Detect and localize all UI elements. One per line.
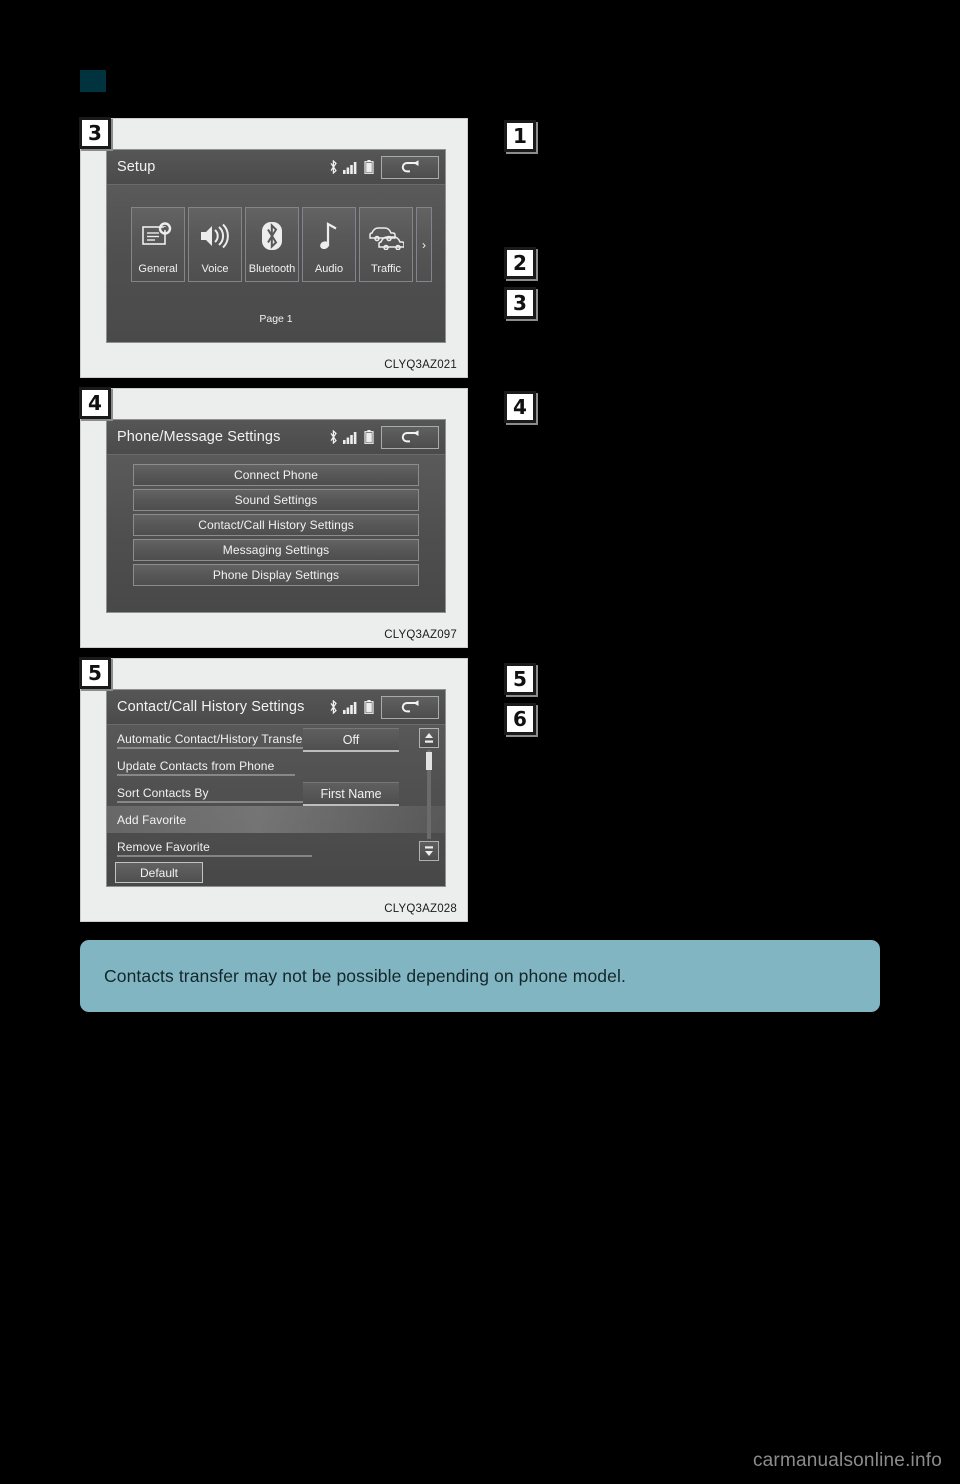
figure-step-chip: 3 (79, 117, 111, 149)
page-indicator: Page 1 (259, 313, 293, 325)
scrollbar[interactable] (419, 728, 439, 861)
scroll-down-icon[interactable] (419, 841, 439, 861)
battery-icon (364, 700, 374, 714)
figure-image-code: CLYQ3AZ021 (384, 359, 457, 371)
step-number-chip: 2 (504, 247, 536, 279)
head-unit-screen-phone-message: Phone/Message Settings Connect Phone Sou… (106, 419, 446, 613)
setup-tile-voice[interactable]: Voice (188, 207, 242, 282)
general-document-gear-icon (132, 208, 184, 263)
default-button[interactable]: Default (115, 862, 203, 883)
setup-tile-bluetooth[interactable]: Bluetooth (245, 207, 299, 282)
status-icon-group (329, 160, 374, 174)
instruction-step-4: 4 (504, 391, 546, 423)
next-page-arrow-icon[interactable]: › (416, 207, 432, 282)
instruction-step-2: 2 (504, 247, 546, 279)
setup-screen-body: General Voice Bluetooth Audio Traffic › … (107, 185, 445, 342)
setting-value-sort-order[interactable]: First Name (303, 782, 399, 806)
setting-row-update-contacts-from-phone[interactable]: Update Contacts from Phone (107, 752, 445, 779)
setup-tile-traffic[interactable]: Traffic (359, 207, 413, 282)
setup-tile-audio[interactable]: Audio (302, 207, 356, 282)
head-unit-screen-contact-call-history: Contact/Call History Settings Automatic … (106, 689, 446, 887)
list-button-contact-call-history-settings[interactable]: Contact/Call History Settings (133, 514, 419, 536)
list-button-messaging-settings[interactable]: Messaging Settings (133, 539, 419, 561)
list-button-connect-phone[interactable]: Connect Phone (133, 464, 419, 486)
signal-icon (343, 430, 359, 444)
note-text: Contacts transfer may not be possible de… (104, 965, 626, 986)
setup-tile-general[interactable]: General (131, 207, 185, 282)
figure-panel-phone-message-settings: 4 Phone/Message Settings Connect Phone S… (79, 387, 468, 648)
row-underline (117, 774, 295, 776)
figure-panel-setup: 3 Setup General Voice Bluetooth Audio Tr… (79, 117, 468, 378)
phone-message-settings-list: Connect Phone Sound Settings Contact/Cal… (107, 455, 445, 612)
list-button-phone-display-settings[interactable]: Phone Display Settings (133, 564, 419, 586)
step-number-chip: 5 (504, 663, 536, 695)
section-marker (80, 70, 106, 92)
back-button[interactable] (381, 155, 439, 179)
head-unit-screen-setup: Setup General Voice Bluetooth Audio Traf… (106, 149, 446, 343)
contact-call-history-rows: Automatic Contact/History Transfer Off U… (107, 725, 445, 886)
instruction-step-6: 6 (504, 703, 546, 735)
note-callout-box: Contacts transfer may not be possible de… (80, 940, 880, 1012)
screen-titlebar: Setup (107, 150, 445, 185)
setup-tile-label: General (138, 263, 178, 275)
figure-image-code: CLYQ3AZ097 (384, 629, 457, 641)
scroll-up-icon[interactable] (419, 728, 439, 748)
status-icon-group (329, 430, 374, 444)
step-number-chip: 6 (504, 703, 536, 735)
step-number-chip: 1 (504, 120, 536, 152)
setup-tile-label: Bluetooth (248, 263, 296, 275)
figure-step-chip: 5 (79, 657, 111, 689)
battery-icon (364, 160, 374, 174)
instruction-step-1: 1 (504, 120, 546, 152)
signal-icon (343, 160, 359, 174)
screen-title: Phone/Message Settings (117, 429, 281, 445)
setting-label: Automatic Contact/History Transfer (117, 731, 307, 746)
bluetooth-icon (329, 160, 338, 174)
status-icon-group (329, 700, 374, 714)
setup-tile-row: General Voice Bluetooth Audio Traffic › (131, 207, 432, 282)
row-underline (117, 855, 312, 857)
battery-icon (364, 430, 374, 444)
scrollbar-thumb[interactable] (426, 752, 432, 770)
bluetooth-icon (246, 208, 298, 263)
screen-titlebar: Phone/Message Settings (107, 420, 445, 455)
step-number-chip: 3 (504, 287, 536, 319)
setup-tile-label: Audio (314, 263, 344, 275)
list-button-sound-settings[interactable]: Sound Settings (133, 489, 419, 511)
bluetooth-icon (329, 430, 338, 444)
screen-title: Setup (117, 159, 156, 175)
setting-label: Sort Contacts By (117, 785, 209, 800)
figure-step-chip: 4 (79, 387, 111, 419)
voice-speaker-icon (189, 208, 241, 263)
figure-panel-contact-call-history-settings: 5 Contact/Call History Settings Automati… (79, 657, 468, 922)
traffic-cars-icon (360, 208, 412, 263)
screen-title: Contact/Call History Settings (117, 699, 305, 715)
step-number-chip: 4 (504, 391, 536, 423)
setting-label: Add Favorite (117, 812, 187, 827)
setting-row-remove-favorite[interactable]: Remove Favorite (107, 833, 445, 860)
row-underline (117, 801, 312, 803)
audio-music-note-icon (303, 208, 355, 263)
instruction-step-5: 5 (504, 663, 546, 695)
footer-watermark: carmanualsonline.info (752, 1450, 942, 1471)
setting-label: Update Contacts from Phone (117, 758, 275, 773)
figure-image-code: CLYQ3AZ028 (384, 903, 457, 915)
signal-icon (343, 700, 359, 714)
instruction-step-3: 3 (504, 287, 546, 319)
setting-row-automatic-contact-history-transfer[interactable]: Automatic Contact/History Transfer Off (107, 725, 445, 752)
setting-value-off[interactable]: Off (303, 728, 399, 752)
bluetooth-icon (329, 700, 338, 714)
screen-titlebar: Contact/Call History Settings (107, 690, 445, 725)
setup-tile-label: Voice (201, 263, 229, 275)
setting-row-add-favorite[interactable]: Add Favorite (107, 806, 445, 833)
setting-label: Remove Favorite (117, 839, 210, 854)
row-underline (117, 747, 312, 749)
back-button[interactable] (381, 695, 439, 719)
back-button[interactable] (381, 425, 439, 449)
setup-tile-label: Traffic (371, 263, 401, 275)
setting-row-sort-contacts-by[interactable]: Sort Contacts By First Name (107, 779, 445, 806)
